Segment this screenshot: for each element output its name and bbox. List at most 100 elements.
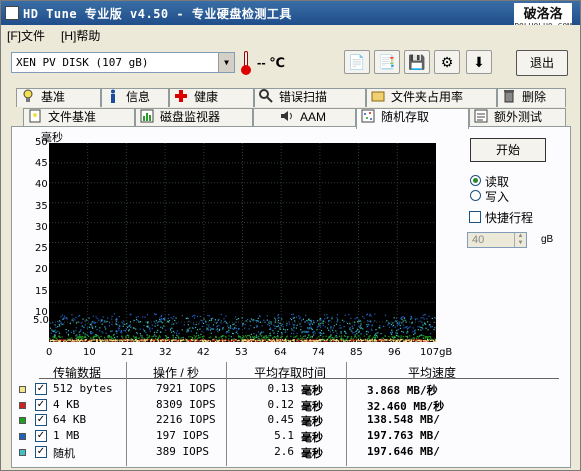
data-point [125,328,127,330]
data-point [312,323,314,325]
data-point [414,332,416,334]
tab-extra-tests[interactable]: 额外测试 [469,108,566,127]
series-checkbox[interactable]: ✓ [35,399,47,411]
data-point [166,337,169,339]
data-point [338,340,340,342]
data-point [336,332,338,334]
data-point [310,322,312,324]
data-point [107,317,109,319]
data-point [270,329,272,331]
data-point [194,315,196,317]
copy-text-icon[interactable]: 📄 [344,50,370,74]
drive-select[interactable]: XEN PV DISK (107 gB) ▼ [11,52,235,73]
data-point [400,339,402,341]
data-point [196,332,198,334]
data-point [157,329,159,331]
data-point [314,332,316,334]
series-checkbox[interactable]: ✓ [35,383,47,395]
data-point [58,335,61,337]
data-point [223,335,225,337]
series-checkbox[interactable]: ✓ [35,446,47,458]
magnifier-icon [259,89,273,103]
chevron-down-icon[interactable]: ▼ [218,53,234,72]
data-point [143,339,145,341]
tab-random-access[interactable]: 随机存取 [356,108,469,129]
data-point [261,335,263,337]
data-point [171,327,173,329]
tab-disk-monitor[interactable]: 磁盘监视器 [135,108,253,127]
data-point [308,319,310,321]
data-point [410,316,412,318]
series-checkbox[interactable]: ✓ [35,430,47,442]
access-time-unit-cell: 毫秒 [301,431,323,444]
data-point [422,317,424,319]
tab-aam[interactable]: AAM [253,108,356,127]
data-point [362,328,364,330]
tab-file-benchmark[interactable]: 文件基准 [23,108,135,127]
exit-button[interactable]: 退出 [516,50,568,76]
tab-erase[interactable]: 删除 [497,88,566,107]
short-stroke-checkbox[interactable] [469,211,481,223]
short-stroke-unit: gB [541,234,554,245]
data-point [245,336,248,338]
data-point [122,337,124,339]
data-point [205,340,207,342]
data-point [101,339,103,341]
data-point [391,331,393,333]
data-point [349,323,351,325]
start-button[interactable]: 开始 [470,138,546,162]
series-checkbox[interactable]: ✓ [35,414,47,426]
copy-screenshot-icon[interactable]: 📑 [374,50,400,74]
data-point [296,339,298,341]
data-point [286,329,289,331]
data-point [420,329,422,331]
data-point [418,335,420,337]
data-point [365,330,368,333]
data-point [281,331,283,334]
data-point [75,330,77,332]
data-point [111,315,113,317]
data-point [238,339,240,341]
data-point [173,332,176,334]
menu-file[interactable]: [F]文件 [7,27,45,44]
data-point [266,340,268,343]
short-stroke-spinner[interactable]: 40 ▲ ▼ [467,232,527,248]
data-point [329,331,331,333]
data-point [174,319,176,322]
save-icon[interactable]: 💾 [404,50,430,74]
data-point [257,339,259,341]
data-point [113,333,115,336]
data-point [69,339,71,341]
data-point [322,336,324,338]
data-point [122,323,124,325]
data-point [67,340,69,342]
options-icon[interactable]: ⚙ [434,50,460,74]
data-point [69,337,71,339]
read-radio[interactable] [470,175,481,186]
data-point [268,322,270,324]
data-point [422,314,424,316]
menu-help[interactable]: [H]帮助 [61,27,100,44]
spinner-arrows-icon[interactable]: ▲ ▼ [514,233,526,247]
tab-error-scan[interactable]: 错误扫描 [254,88,366,107]
data-point [168,341,171,343]
data-point [100,335,102,337]
data-point [67,330,70,332]
data-point [259,333,261,335]
data-point [242,323,244,325]
data-point [250,339,252,341]
data-point [256,324,258,327]
data-point [211,328,213,330]
download-icon[interactable]: ⬇ [466,50,492,74]
data-point [100,320,103,323]
bulb-icon [21,89,35,103]
data-point [294,336,296,338]
tab-benchmark[interactable]: 基准 [16,88,101,107]
tab-info[interactable]: 信息 [101,88,169,107]
write-radio[interactable] [470,190,481,201]
data-point [160,319,162,321]
data-point [193,317,196,319]
tab-folder-usage[interactable]: 文件夹占用率 [366,88,497,107]
tab-health[interactable]: 健康 [169,88,254,107]
data-point [368,336,370,338]
